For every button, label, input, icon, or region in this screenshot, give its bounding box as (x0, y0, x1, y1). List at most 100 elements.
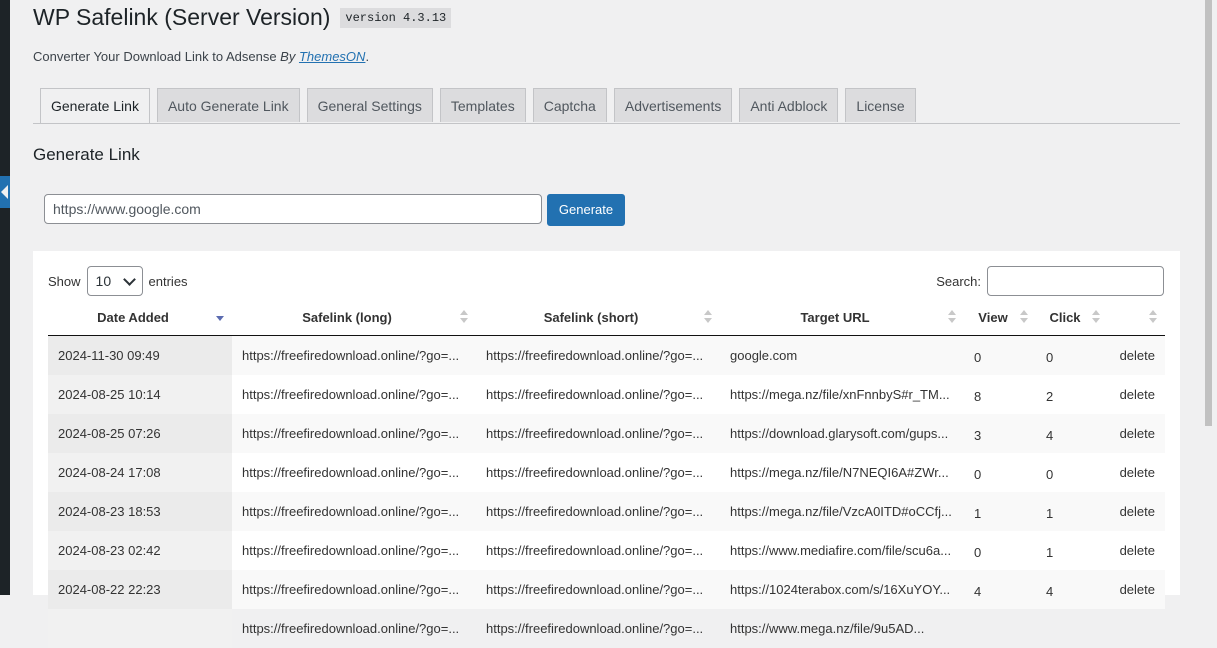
click-count-cell: 1 (1046, 545, 1054, 560)
safelink-long-cell[interactable]: https://freefiredownload.online/?go=... (232, 414, 476, 453)
click-count-cell: 0 (1036, 335, 1108, 375)
tab-auto-generate-link[interactable]: Auto Generate Link (156, 88, 300, 122)
view-count-cell: 8 (974, 389, 982, 404)
safelink-short-cell[interactable]: https://freefiredownload.online/?go=... (476, 414, 720, 453)
col-action[interactable] (1108, 299, 1165, 336)
safelink-long-cell[interactable]: https://freefiredownload.online/?go=... (232, 375, 476, 414)
delete-link[interactable]: delete (1108, 570, 1165, 609)
date-cell (48, 609, 232, 648)
view-count-cell: 0 (974, 545, 982, 560)
safelink-long-cell[interactable]: https://freefiredownload.online/?go=... (232, 492, 476, 531)
safelink-short-cell[interactable]: https://freefiredownload.online/?go=... (476, 375, 720, 414)
tab-templates[interactable]: Templates (439, 88, 526, 122)
target-url-cell[interactable]: https://mega.nz/file/N7NEQI6A#ZWr... (720, 453, 964, 492)
sort-icon (1149, 310, 1157, 324)
page-subtitle: Converter Your Download Link to Adsense … (33, 49, 370, 64)
sort-icon (948, 310, 956, 324)
tab-divider (33, 123, 1180, 124)
window-scrollbar[interactable] (1200, 0, 1217, 595)
delete-link[interactable]: delete (1108, 531, 1165, 570)
tab-license[interactable]: License (845, 88, 916, 122)
admin-sidebar-edge (0, 0, 10, 595)
links-table-panel: Show 10 entries Search: Date Added Safel… (33, 251, 1180, 648)
sort-icon (1092, 310, 1100, 324)
col-safelink-long[interactable]: Safelink (long) (232, 299, 476, 336)
safelink-long-cell[interactable]: https://freefiredownload.online/?go=... (232, 531, 476, 570)
tab-advertisements[interactable]: Advertisements (613, 88, 733, 122)
target-url-cell[interactable]: https://download.glarysoft.com/gups... (720, 414, 964, 453)
delete-link[interactable]: delete (1108, 375, 1165, 414)
col-date-added[interactable]: Date Added (48, 299, 232, 336)
col-view[interactable]: View (964, 299, 1036, 336)
target-url-cell[interactable]: https://mega.nz/file/VzcA0ITD#oCCfj... (720, 492, 964, 531)
table-row: 2024-08-24 17:08 https://freefiredownload… (48, 453, 1165, 492)
delete-link[interactable]: delete (1108, 335, 1165, 375)
safelink-long-cell[interactable]: https://freefiredownload.online/?go=... (232, 609, 476, 648)
sort-icon (1020, 310, 1028, 324)
date-cell: 2024-08-25 07:26 (48, 414, 232, 453)
click-count-cell: 1 (1036, 492, 1108, 531)
safelink-short-cell[interactable]: https://freefiredownload.online/?go=... (476, 531, 720, 570)
table-header-row: Date Added Safelink (long) Safelink (sho… (48, 299, 1165, 336)
col-target-url[interactable]: Target URL (720, 299, 964, 336)
date-cell: 2024-08-25 10:14 (48, 375, 232, 414)
delete-link[interactable] (1108, 609, 1165, 648)
target-url-cell[interactable]: https://mega.nz/file/xnFnnbyS#r_TM... (720, 375, 964, 414)
delete-link[interactable]: delete (1108, 414, 1165, 453)
delete-link[interactable]: delete (1108, 453, 1165, 492)
target-url-cell[interactable]: https://1024terabox.com/s/16XuYOY... (720, 570, 964, 609)
page-header: WP Safelink (Server Version) version 4.3… (33, 4, 452, 31)
settings-tabs: Generate Link Auto Generate Link General… (40, 88, 923, 124)
links-table: Date Added Safelink (long) Safelink (sho… (48, 299, 1165, 648)
table-row: 2024-08-22 22:23 https://freefiredownload… (48, 570, 1165, 609)
table-row: 2024-08-23 18:53 https://freefiredownload… (48, 492, 1165, 531)
search-input[interactable] (987, 266, 1164, 296)
entries-select[interactable]: 10 (86, 266, 143, 296)
date-cell: 2024-08-24 17:08 (48, 453, 232, 492)
table-row: 2024-08-25 10:14 https://freefiredownload… (48, 375, 1165, 414)
target-url-cell[interactable]: https://www.mediafire.com/file/scu6a... (720, 531, 964, 570)
sort-desc-icon (216, 310, 224, 324)
safelink-short-cell[interactable]: https://freefiredownload.online/?go=... (476, 453, 720, 492)
target-url-cell[interactable]: google.com (720, 335, 964, 375)
col-click[interactable]: Click (1036, 299, 1108, 336)
chevron-down-icon (122, 272, 136, 286)
safelink-long-cell[interactable]: https://freefiredownload.online/?go=... (232, 453, 476, 492)
page-title: WP Safelink (Server Version) (33, 4, 331, 30)
delete-link[interactable]: delete (1108, 492, 1165, 531)
date-cell: 2024-08-23 02:42 (48, 531, 232, 570)
view-count-cell: 3 (964, 414, 1036, 453)
safelink-short-cell[interactable]: https://freefiredownload.online/?go=... (476, 570, 720, 609)
version-badge: version 4.3.13 (340, 7, 452, 28)
sort-icon (704, 310, 712, 324)
safelink-long-cell[interactable]: https://freefiredownload.online/?go=... (232, 335, 476, 375)
view-count-cell: 1 (964, 492, 1036, 531)
url-input[interactable]: https://www.google.com (44, 194, 542, 224)
collapse-arrow-icon[interactable] (0, 176, 10, 208)
view-count-cell (964, 609, 1036, 648)
safelink-short-cell[interactable]: https://freefiredownload.online/?go=... (476, 609, 720, 648)
click-count-cell: 4 (1036, 414, 1108, 453)
date-cell: 2024-08-23 18:53 (48, 492, 232, 531)
tab-general-settings[interactable]: General Settings (306, 88, 433, 122)
click-count-cell: 0 (1046, 467, 1054, 482)
tab-captcha[interactable]: Captcha (532, 88, 607, 122)
sort-icon (460, 310, 468, 324)
tab-generate-link[interactable]: Generate Link (40, 88, 150, 124)
table-row: 2024-08-25 07:26 https://freefiredownload… (48, 414, 1165, 453)
scrollbar-thumb[interactable] (1205, 0, 1212, 426)
target-url-cell[interactable]: https://www.mega.nz/file/9u5AD... (720, 609, 964, 648)
click-count-cell: 4 (1036, 570, 1108, 609)
themeson-link[interactable]: ThemesON (299, 49, 365, 64)
table-row: 2024-11-30 09:49 https://freefiredownload… (48, 335, 1165, 375)
tab-anti-adblock[interactable]: Anti Adblock (739, 88, 839, 122)
safelink-short-cell[interactable]: https://freefiredownload.online/?go=... (476, 492, 720, 531)
table-row: 2024-08-23 02:42 https://freefiredownload… (48, 531, 1165, 570)
safelink-short-cell[interactable]: https://freefiredownload.online/?go=... (476, 335, 720, 375)
date-cell: 2024-11-30 09:49 (48, 335, 232, 375)
safelink-long-cell[interactable]: https://freefiredownload.online/?go=... (232, 570, 476, 609)
date-cell: 2024-08-22 22:23 (48, 570, 232, 609)
entries-length-control: Show 10 entries (48, 266, 188, 296)
generate-button[interactable]: Generate (547, 194, 625, 226)
col-safelink-short[interactable]: Safelink (short) (476, 299, 720, 336)
